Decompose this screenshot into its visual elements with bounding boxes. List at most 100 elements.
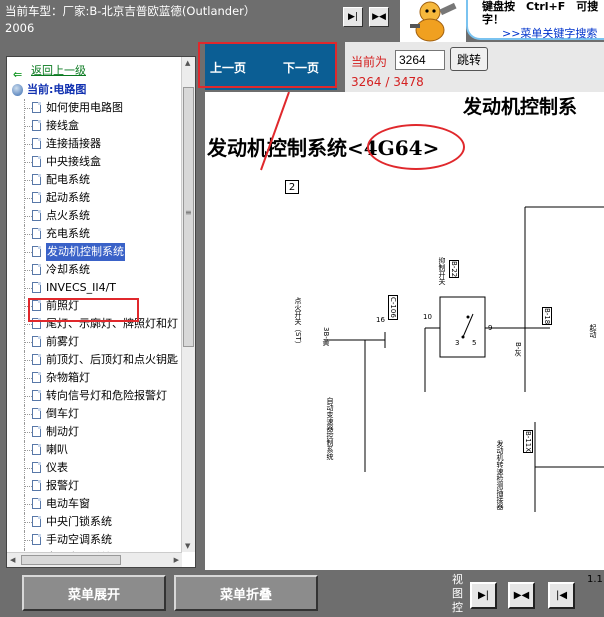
menu-expand-button[interactable]: 菜单展开 bbox=[22, 575, 166, 611]
tree-item-label: 仪表 bbox=[46, 461, 68, 474]
tree-item[interactable]: 充电系统 bbox=[7, 225, 182, 243]
label-pin-5: 5 bbox=[472, 339, 477, 347]
label-start: 起动 bbox=[589, 324, 597, 338]
document-icon bbox=[32, 444, 41, 455]
tree-item[interactable]: 连接插接器 bbox=[7, 135, 182, 153]
tree-item[interactable]: 报警灯 bbox=[7, 477, 182, 495]
scroll-right-icon[interactable]: ▶ bbox=[174, 556, 179, 564]
scroll-left-icon[interactable]: ◀ bbox=[10, 556, 15, 564]
label-wire-16: 16 bbox=[376, 316, 385, 324]
tree-item-label: 配电系统 bbox=[46, 173, 90, 186]
tree-item[interactable]: 制动灯 bbox=[7, 423, 182, 441]
tree-item[interactable]: INVECS_II4/T bbox=[7, 279, 182, 297]
tree-line bbox=[24, 396, 32, 397]
tree-item-label: 倒车灯 bbox=[46, 407, 79, 420]
tree-horizontal-thumb[interactable] bbox=[21, 555, 121, 565]
document-icon bbox=[32, 390, 41, 401]
tree-item-label: 如何使用电路图 bbox=[46, 101, 123, 114]
tree-horizontal-scrollbar[interactable]: ◀ ▶ bbox=[7, 552, 182, 567]
label-conn-c106: C-106 bbox=[388, 295, 398, 320]
search-hint-bubble: 键盘按 Ctrl+F 可搜 字！ >>菜单关键字搜索 bbox=[466, 0, 604, 40]
tree-item[interactable]: 如何使用电路图 bbox=[7, 99, 182, 117]
tree-item[interactable]: 转向信号灯和危险报警灯 bbox=[7, 387, 182, 405]
document-viewer[interactable]: 发动机控制系 发动机控制系统<4G64> 2 点火开关（ST） 3B-黄 16 … bbox=[205, 92, 604, 570]
tree-item[interactable]: 手动空调系统 bbox=[7, 531, 182, 549]
label-relay-num: 10 bbox=[423, 313, 432, 321]
tree-line bbox=[24, 450, 32, 451]
tree-line bbox=[24, 432, 32, 433]
document-icon bbox=[32, 480, 41, 491]
document-icon bbox=[32, 246, 41, 257]
tree-line bbox=[24, 216, 32, 217]
tree-line bbox=[24, 468, 32, 469]
hint-line1: 键盘按 Ctrl+F 可搜 bbox=[482, 0, 599, 13]
tree-item[interactable]: 起动系统 bbox=[7, 189, 182, 207]
tree-item[interactable]: 倒车灯 bbox=[7, 405, 182, 423]
tree-item[interactable]: 发动机控制系统 bbox=[7, 243, 182, 261]
document-icon bbox=[32, 264, 41, 275]
page-number-input[interactable] bbox=[395, 50, 445, 70]
tree-item[interactable]: 冷却系统 bbox=[7, 261, 182, 279]
view-next-button[interactable]: ▶| bbox=[470, 582, 497, 609]
document-icon bbox=[32, 138, 41, 149]
tree-item[interactable]: 仪表 bbox=[7, 459, 182, 477]
tree-line bbox=[24, 360, 32, 361]
tree-item[interactable]: 点火系统 bbox=[7, 207, 182, 225]
bottom-toolbar: 菜单展开 菜单折叠 视图控 ▶| ▶◀ |◀ 1.1 bbox=[0, 570, 604, 617]
hint-text: 键盘按 Ctrl+F 可搜 字！ bbox=[482, 0, 598, 26]
tree-item[interactable]: 喇叭 bbox=[7, 441, 182, 459]
page-count-text: 3264 / 3478 bbox=[351, 75, 424, 89]
view-prev-button[interactable]: |◀ bbox=[548, 582, 575, 609]
document-icon bbox=[32, 372, 41, 383]
car-model-line1: 当前车型：厂家:B-北京吉普欧蓝德(Outlander） bbox=[5, 4, 256, 18]
grip-icon: ≡ bbox=[185, 208, 192, 217]
arrow-right-icon: ▶| bbox=[348, 12, 358, 22]
tree-vertical-thumb[interactable]: ≡ bbox=[183, 87, 194, 347]
arrow-right-icon: ▶| bbox=[477, 590, 490, 601]
tree-item[interactable]: 前雾灯 bbox=[7, 333, 182, 351]
pager-highlight-box bbox=[198, 42, 337, 88]
tree-line bbox=[24, 540, 32, 541]
tree-line bbox=[24, 288, 32, 289]
tree-item-label: 发动机控制系统 bbox=[46, 243, 125, 261]
tree-item[interactable]: 中央门锁系统 bbox=[7, 513, 182, 531]
view-control-label: 视图控 bbox=[452, 573, 463, 614]
document-icon bbox=[32, 534, 41, 545]
menu-tree-panel: ⇐ 返回上一级 当前:电路图 如何使用电路图 接线盒 连接插接器 中央接线盒 配电系统起… bbox=[6, 56, 196, 568]
tree-line bbox=[24, 270, 32, 271]
scroll-down-icon[interactable]: ▼ bbox=[185, 542, 190, 550]
tree-item[interactable]: 电动车窗 bbox=[7, 495, 182, 513]
label-wire-3b: 3B-黄 bbox=[322, 327, 330, 346]
tree-item[interactable]: 杂物箱灯 bbox=[7, 369, 182, 387]
tree-line bbox=[24, 162, 32, 163]
tree-vertical-scrollbar[interactable]: ▲ ≡ ▼ bbox=[181, 57, 195, 552]
tree-item-label: 前雾灯 bbox=[46, 335, 79, 348]
page-prefix-label: 当前为 bbox=[351, 55, 388, 69]
document-icon bbox=[32, 426, 41, 437]
tree-item[interactable]: 配电系统 bbox=[7, 171, 182, 189]
menu-collapse-button[interactable]: 菜单折叠 bbox=[174, 575, 318, 611]
tree-item[interactable]: 前顶灯、后顶灯和点火钥匙 bbox=[7, 351, 182, 369]
tree-back-label: 返回上一级 bbox=[31, 64, 86, 77]
label-conn-b18: B-18 bbox=[542, 307, 552, 326]
fit-view-button[interactable]: ▶◀ bbox=[369, 7, 389, 27]
tree-line bbox=[24, 252, 32, 253]
scroll-up-icon[interactable]: ▲ bbox=[185, 59, 190, 67]
next-chapter-button[interactable]: ▶| bbox=[343, 7, 363, 27]
selection-highlight-box bbox=[28, 298, 139, 322]
keyword-search-link[interactable]: >>菜单关键字搜索 bbox=[502, 25, 597, 41]
version-text: 1.1 bbox=[587, 574, 603, 585]
document-icon bbox=[32, 156, 41, 167]
label-wire-9: 9 bbox=[488, 324, 493, 332]
tree-item[interactable]: 中央接线盒 bbox=[7, 153, 182, 171]
document-icon bbox=[32, 462, 41, 473]
tree-item[interactable]: 接线盒 bbox=[7, 117, 182, 135]
go-button[interactable]: 跳转 bbox=[450, 47, 488, 71]
tree-line bbox=[24, 198, 32, 199]
document-icon bbox=[32, 174, 41, 185]
label-ignition: 点火开关（ST） bbox=[294, 297, 302, 348]
view-fit-button[interactable]: ▶◀ bbox=[508, 582, 535, 609]
document-icon bbox=[32, 354, 41, 365]
tree-item-label: 转向信号灯和危险报警灯 bbox=[46, 389, 167, 402]
back-arrow-icon: ⇐ bbox=[13, 68, 23, 81]
